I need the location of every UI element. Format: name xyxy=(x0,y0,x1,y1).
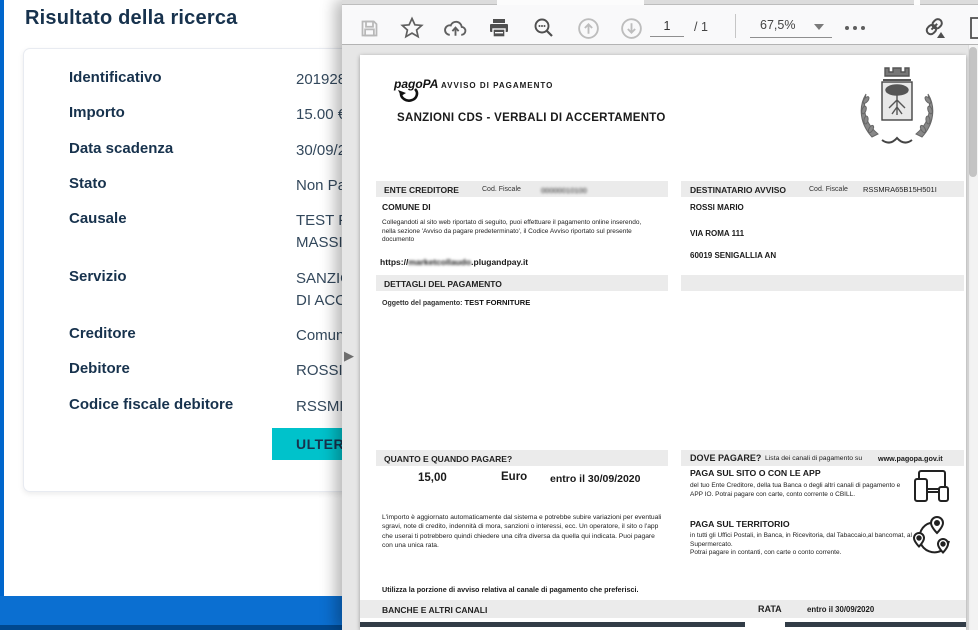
document-title: SANZIONI CDS - VERBALI DI ACCERTAMENTO xyxy=(397,112,666,124)
field-label-importo: Importo xyxy=(69,104,125,121)
rata-label: RATA xyxy=(758,604,782,614)
share-link-button[interactable] xyxy=(920,13,950,43)
banche-canali-bar: BANCHE E ALTRI CANALI RATA entro il 30/0… xyxy=(360,600,966,618)
dettagli-pagamento-label: DETTAGLI DEL PAGAMENTO xyxy=(384,279,502,289)
more-options-icon xyxy=(845,26,849,30)
payment-url-suffix: .plugandpay.it xyxy=(471,257,528,267)
field-label-identificativo: Identificativo xyxy=(69,69,162,86)
cut-line-segment xyxy=(785,622,966,627)
dove-pagare-bar: DOVE PAGARE? Lista dei canali di pagamen… xyxy=(681,450,964,466)
territory-icon-wrap xyxy=(909,513,953,562)
dove-pagare-label: DOVE PAGARE? xyxy=(690,453,761,463)
field-label-stato: Stato xyxy=(69,175,107,192)
scrollbar-thumb[interactable] xyxy=(969,47,977,177)
amount-value: 15,00 xyxy=(418,472,447,484)
document-properties-button[interactable] xyxy=(962,13,978,43)
ente-creditore-label: ENTE CREDITORE xyxy=(384,185,459,195)
destinatario-avviso-bar: DESTINATARIO AVVISO Cod. Fiscale RSSMRA6… xyxy=(681,181,964,197)
zoom-select[interactable]: 67,5% xyxy=(750,15,832,38)
favorite-button[interactable] xyxy=(397,13,427,43)
paga-sito-title: PAGA SUL SITO O CON LE APP xyxy=(690,468,821,478)
page-up-icon xyxy=(576,16,601,41)
page-number-input[interactable] xyxy=(650,15,684,37)
star-icon xyxy=(400,16,424,40)
amount-note-paragraph: L'importo è aggiornato automaticamente d… xyxy=(382,513,662,550)
toolbar-separator xyxy=(735,14,736,38)
banche-canali-label: BANCHE E ALTRI CANALI xyxy=(382,605,487,615)
payment-info-paragraph: Collegandoti al sito web riportato di se… xyxy=(382,219,650,245)
more-options-button[interactable] xyxy=(840,13,870,43)
amount-due-date: entro il 30/09/2020 xyxy=(550,473,640,485)
document-icon xyxy=(964,16,978,40)
chevron-down-icon xyxy=(814,24,824,30)
ente-creditore-bar: ENTE CREDITORE Cod. Fiscale 00000010100 xyxy=(376,181,668,197)
payment-url-prefix: https:// xyxy=(380,257,408,267)
dettagli-pagamento-bar: DETTAGLI DEL PAGAMENTO xyxy=(376,275,668,291)
oggetto-value: TEST FORNITURE xyxy=(464,298,530,307)
comune-name: COMUNE DI xyxy=(382,202,431,212)
destinatario-address: VIA ROMA 111 xyxy=(690,229,744,238)
pagopa-logo: pagoPA xyxy=(393,75,439,110)
paga-sito-text: del tuo Ente Creditore, della tua Banca … xyxy=(690,482,902,499)
page-title: Risultato della ricerca xyxy=(25,7,237,30)
search-icon xyxy=(532,16,556,40)
municipal-crest xyxy=(852,62,942,162)
link-share-icon xyxy=(921,14,949,42)
print-icon xyxy=(487,16,511,40)
pdf-viewer-panel: / 1 67,5% xyxy=(342,0,978,630)
field-label-codice-fiscale-debitore: Codice fiscale debitore xyxy=(69,396,233,413)
cut-instruction: Utilizza la porzione di avviso relativa … xyxy=(382,585,638,594)
page-up-button[interactable] xyxy=(573,13,603,43)
paga-territorio-title: PAGA SUL TERRITORIO xyxy=(690,519,790,529)
page-count-label: / 1 xyxy=(694,20,708,34)
cloud-upload-icon xyxy=(443,16,468,41)
oggetto-row: Oggetto del pagamento: TEST FORNITURE xyxy=(382,298,530,307)
quanto-quando-bar: QUANTO E QUANDO PAGARE? xyxy=(376,450,668,466)
devices-icon xyxy=(909,465,953,509)
oggetto-label: Oggetto del pagamento: xyxy=(382,300,463,307)
devices-icon-wrap xyxy=(909,465,953,514)
coat-of-arms-icon xyxy=(852,62,942,157)
amount-currency: Euro xyxy=(501,471,527,483)
print-button[interactable] xyxy=(484,13,514,43)
cod-fiscale-label: Cod. Fiscale xyxy=(482,186,521,193)
field-label-servizio: Servizio xyxy=(69,268,127,285)
zoom-level-value: 67,5% xyxy=(760,18,795,32)
page-left-accent xyxy=(0,0,4,596)
avviso-di-pagamento-label: AVVISO DI PAGAMENTO xyxy=(441,81,553,90)
save-icon xyxy=(359,18,380,39)
screen: Risultato della ricerca Identificativo 2… xyxy=(0,0,978,630)
page-down-icon xyxy=(619,16,644,41)
find-button[interactable] xyxy=(529,13,559,43)
field-label-creditore: Creditore xyxy=(69,325,136,342)
field-label-causale: Causale xyxy=(69,210,127,227)
sidebar-toggle-icon[interactable]: ▶ xyxy=(344,348,354,364)
cod-fiscale-value-redacted: 00000010100 xyxy=(541,186,587,195)
field-label-debitore: Debitore xyxy=(69,360,130,377)
rata-due-date: entro il 30/09/2020 xyxy=(807,605,874,614)
destinatario-city: 60019 SENIGALLIA AN xyxy=(690,251,776,260)
pdf-viewer-area: ▶ pagoPA AVVISO DI PAGAMENTO SANZIONI CD… xyxy=(342,45,978,630)
dettagli-pagamento-bar-right xyxy=(681,275,964,291)
pdf-toolbar: / 1 67,5% xyxy=(342,5,978,45)
paga-territorio-text: in tutti gli Uffici Postali, in Banca, i… xyxy=(690,532,920,558)
upload-button[interactable] xyxy=(440,13,470,43)
pagopa-site-url: www.pagopa.gov.it xyxy=(878,454,943,463)
payment-url-redacted: marketcollaudo xyxy=(408,257,471,267)
save-button[interactable] xyxy=(354,13,384,43)
cod-fiscale-label: Cod. Fiscale xyxy=(809,186,848,193)
map-pins-icon xyxy=(909,513,953,557)
cod-fiscale-value: RSSMRA65B15H501I xyxy=(863,185,937,194)
pdf-page: pagoPA AVVISO DI PAGAMENTO SANZIONI CDS … xyxy=(360,55,966,630)
payment-url[interactable]: https://marketcollaudo.plugandpay.it xyxy=(380,257,528,267)
field-label-data-scadenza: Data scadenza xyxy=(69,140,173,157)
destinatario-avviso-label: DESTINATARIO AVVISO xyxy=(690,185,786,195)
cut-line-segment xyxy=(360,622,745,627)
destinatario-name: ROSSI MARIO xyxy=(690,203,744,212)
page-down-button[interactable] xyxy=(616,13,646,43)
quanto-quando-label: QUANTO E QUANDO PAGARE? xyxy=(384,454,512,464)
dove-pagare-subtitle: Lista dei canali di pagamento su xyxy=(765,455,862,462)
